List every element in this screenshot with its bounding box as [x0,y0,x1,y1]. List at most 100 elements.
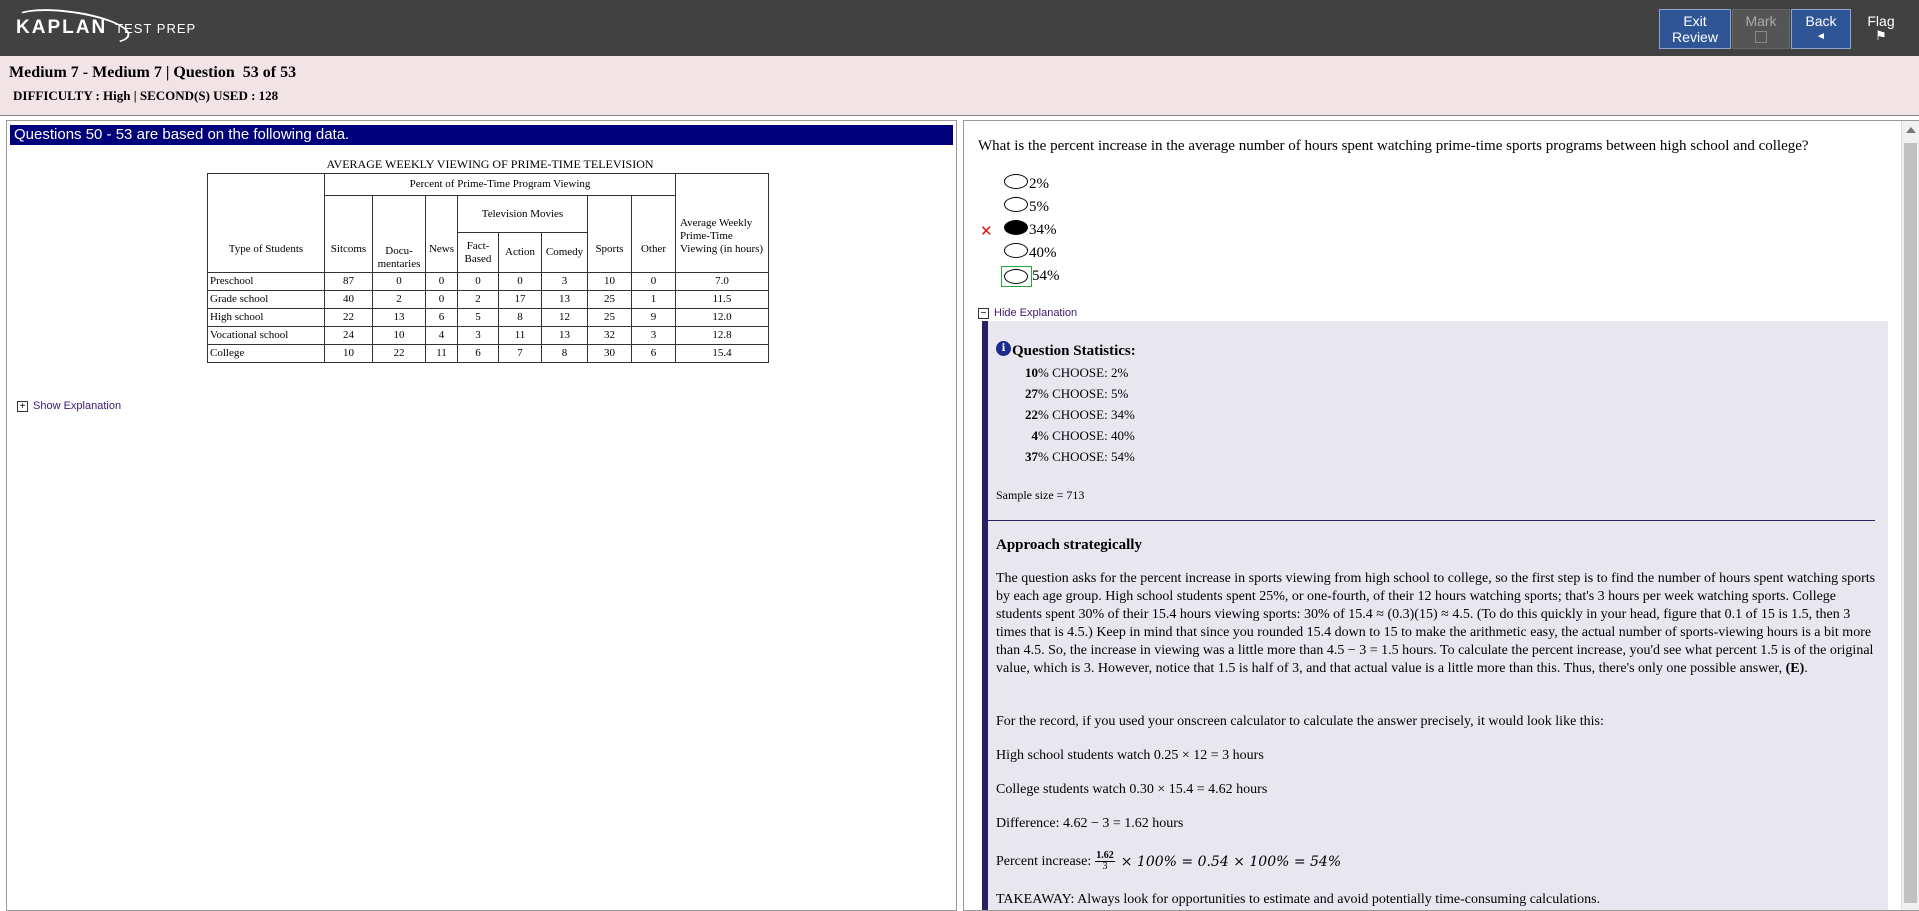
table-title: AVERAGE WEEKLY VIEWING OF PRIME-TIME TEL… [326,157,654,171]
wrong-answer-icon: ✕ [980,222,993,240]
hide-explanation-label: Hide Explanation [994,307,1078,319]
row-label: High school [207,308,325,327]
mark-checkbox-icon [1755,31,1767,43]
table-cell: 7.0 [675,272,769,291]
stat-row: 22% CHOOSE: 34% [1025,407,1135,422]
divider [982,520,1875,521]
approach-title: Approach strategically [996,537,1142,553]
passage-pane: Questions 50 - 53 are based on the follo… [6,120,957,911]
radio-icon [1004,243,1028,258]
table-cell: 8 [498,308,542,327]
back-button-label: Back [1805,13,1837,29]
table-cell: 0 [498,272,542,291]
table-cell: 0 [425,272,458,291]
table-cell: 87 [324,272,373,291]
col-other: Other [631,195,676,273]
kaplan-logo: KAPLAN TEST PREP [10,2,196,52]
back-arrow-icon: ◄ [1816,31,1826,42]
stats-title: Question Statistics: [1012,343,1136,359]
explanation-panel: i Question Statistics: 10% CHOOSE: 2% 27… [982,321,1888,910]
table-cell: 10 [324,344,373,363]
choice-a[interactable]: 2% [1004,173,1049,195]
sample-size: Sample size = 713 [996,488,1085,502]
choice-b[interactable]: 5% [1004,196,1049,218]
top-toolbar: KAPLAN TEST PREP Exit Review Mark Back ◄… [0,0,1919,56]
type-header: Type of Students [207,173,325,273]
expand-plus-icon: + [17,400,28,412]
question-stem: What is the percent increase in the aver… [978,138,1809,154]
flag-button[interactable]: Flag ⚑ [1852,9,1910,49]
radio-selected-icon [1004,220,1028,235]
table-cell: 5 [457,308,499,327]
choice-label: 54% [1032,267,1060,284]
table-cell: 30 [587,344,632,363]
table-cell: 10 [587,272,632,291]
choice-label: 40% [1029,244,1057,261]
table-cell: 13 [372,308,426,327]
answer-letter: (E) [1785,661,1805,676]
row-label: College [207,344,325,363]
table-cell: 1 [631,290,676,309]
fraction: 1.62 3 [1095,850,1115,872]
table-cell: 12.8 [675,326,769,345]
table-row: Preschool 87 0 0 0 0 3 10 0 7.0 [207,272,769,291]
question-pane: What is the percent increase in the aver… [963,120,1919,911]
table-cell: 3 [457,326,499,345]
table-cell: 9 [631,308,676,327]
row-label: Preschool [207,272,325,291]
logo-swoosh-icon [10,2,132,52]
table-cell: 8 [541,344,588,363]
calc-line: Percent increase: 1.62 3 × 100% = 0.54 ×… [996,850,1342,872]
col-news: News [425,195,458,273]
explanation-paragraph: The question asks for the percent increa… [996,571,1876,676]
table-cell: 32 [587,326,632,345]
question-header: Medium 7 - Medium 7 | Question 53 of 53 … [0,56,1919,116]
choice-label: 2% [1029,175,1049,192]
avg-header: Average Weekly Prime-Time Viewing (in ho… [675,173,769,273]
table-cell: 0 [631,272,676,291]
table-cell: 3 [631,326,676,345]
table-row: College 10 22 11 6 7 8 30 6 15.4 [207,344,769,363]
data-table: Type of Students Percent of Prime-Time P… [207,173,769,363]
choice-e[interactable]: 54% [1001,265,1060,287]
scrollbar[interactable] [1901,121,1919,910]
show-explanation-label: Show Explanation [33,400,122,412]
exit-review-button[interactable]: Exit Review [1659,9,1731,49]
exit-button-line2: Review [1672,29,1718,45]
mark-button[interactable]: Mark [1732,9,1790,49]
hide-explanation-link[interactable]: − Hide Explanation [978,307,1077,319]
calc-line: High school students watch 0.25 × 12 = 3… [996,748,1264,763]
correct-answer-box [1001,265,1032,287]
flag-button-label: Flag [1867,13,1895,29]
table-cell: 11 [425,344,458,363]
table-cell: 13 [541,326,588,345]
row-label: Vocational school [207,326,325,345]
scroll-up-icon[interactable] [1906,127,1916,133]
row-label: Grade school [207,290,325,309]
col-sports: Sports [587,195,632,273]
table-cell: 15.4 [675,344,769,363]
stat-row: 37% CHOOSE: 54% [1025,449,1135,464]
stat-row: 27% CHOOSE: 5% [1025,386,1129,401]
table-cell: 4 [425,326,458,345]
radio-icon [1004,174,1028,189]
table-cell: 2 [372,290,426,309]
table-cell: 0 [372,272,426,291]
choice-c[interactable]: 34% [1004,219,1057,241]
col-action: Action [498,232,542,273]
table-cell: 0 [457,272,499,291]
table-cell: 6 [631,344,676,363]
radio-icon [1004,197,1028,212]
table-cell: 25 [587,290,632,309]
show-explanation-link[interactable]: + Show Explanation [17,400,121,412]
table-cell: 11 [498,326,542,345]
scroll-thumb[interactable] [1904,143,1917,903]
table-cell: 7 [498,344,542,363]
table-cell: 0 [425,290,458,309]
col-documentaries: Docu- mentaries [372,195,426,273]
back-button[interactable]: Back ◄ [1791,9,1851,49]
choice-d[interactable]: 40% [1004,242,1057,264]
table-cell: 40 [324,290,373,309]
table-cell: 17 [498,290,542,309]
table-cell: 10 [372,326,426,345]
